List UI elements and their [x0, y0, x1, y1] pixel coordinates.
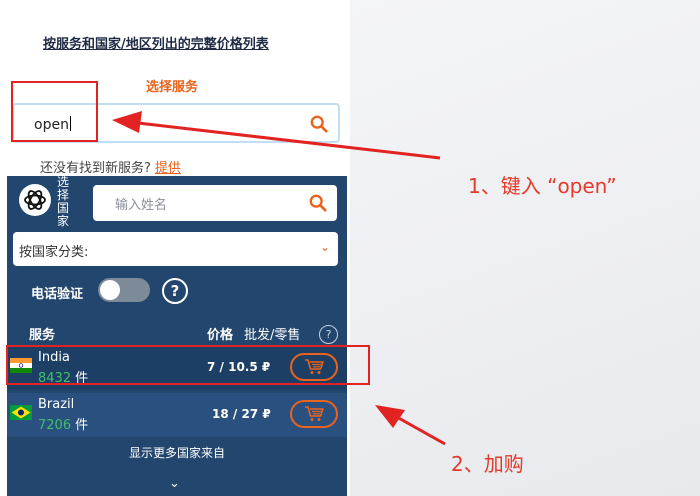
country-stock: 7206 件 — [38, 414, 88, 433]
brazil-flag-icon — [10, 405, 32, 420]
phone-verify-label: 电话验证 — [31, 287, 84, 302]
toggle-knob — [100, 280, 120, 300]
background-area — [350, 0, 700, 496]
offer-service-link[interactable]: 提供 — [155, 161, 181, 176]
stock-unit: 件 — [75, 418, 89, 433]
not-found-text: 还没有找到新服务? — [40, 161, 151, 176]
wholesale-retail-header: 批发/零售 — [244, 328, 301, 343]
screen: 按服务和国家/地区列出的完整价格列表 选择服务 open 还没有找到新服务? 提供… — [0, 0, 700, 496]
search-icon[interactable] — [309, 194, 327, 212]
cart-icon — [305, 406, 324, 421]
chevron-down-icon[interactable]: ⌄ — [169, 476, 180, 491]
stock-count: 7206 — [38, 418, 72, 433]
country-search-placeholder: 输入姓名 — [115, 198, 168, 213]
annotation-step-1: 1、键入 “open” — [468, 174, 617, 198]
country-price: 18 / 27 ₽ — [212, 407, 271, 421]
choose-country-vertical-label: 选择国家 — [57, 175, 70, 228]
country-panel: 选择国家 输入姓名 按国家分类: ⌄ 电话验证 ? 服务 价格 批发/零售 ? — [7, 176, 347, 496]
service-column-header: 服务 — [29, 328, 56, 343]
search-icon[interactable] — [310, 115, 328, 133]
highlight-box-search — [11, 81, 98, 142]
add-to-cart-button[interactable] — [290, 400, 338, 428]
category-select-value: 按国家分类: — [19, 245, 89, 260]
help-icon[interactable]: ? — [319, 325, 338, 344]
chevron-down-icon: ⌄ — [319, 240, 330, 254]
choose-service-label: 选择服务 — [146, 80, 199, 95]
country-search-box[interactable]: 输入姓名 — [93, 185, 337, 221]
show-more-countries-link[interactable]: 显示更多国家来自 — [7, 444, 347, 461]
country-name: Brazil — [38, 397, 75, 412]
openai-logo-icon — [19, 184, 51, 216]
full-price-list-link[interactable]: 按服务和国家/地区列出的完整价格列表 — [43, 33, 269, 52]
phone-verify-toggle[interactable] — [98, 278, 150, 302]
country-category-select[interactable]: 按国家分类: ⌄ — [13, 232, 338, 266]
annotation-step-2: 2、加购 — [451, 452, 524, 476]
not-found-row: 还没有找到新服务? 提供 — [40, 157, 181, 176]
country-row-brazil[interactable]: Brazil 7206 件 18 / 27 ₽ — [7, 393, 347, 437]
highlight-box-india-row — [6, 345, 370, 385]
help-icon[interactable]: ? — [162, 278, 188, 304]
price-column-header: 价格 — [207, 328, 234, 343]
